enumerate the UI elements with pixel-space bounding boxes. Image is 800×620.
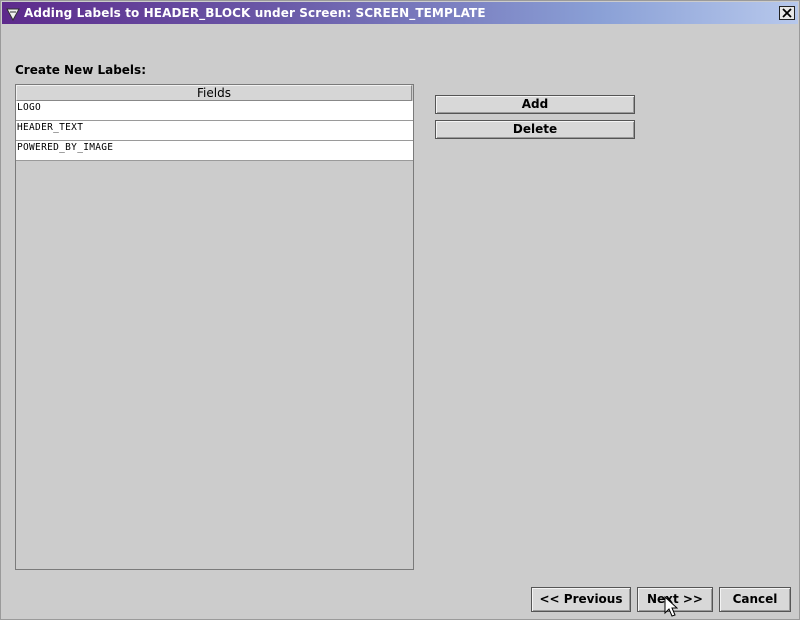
mouse-pointer-icon [664, 596, 678, 617]
close-button[interactable] [779, 6, 795, 20]
table-row[interactable]: POWERED_BY_IMAGE [16, 141, 413, 161]
add-button[interactable]: Add [435, 95, 635, 114]
fields-table: Fields LOGO HEADER_TEXT POWERED_BY_IMAGE [15, 84, 414, 570]
table-body: LOGO HEADER_TEXT POWERED_BY_IMAGE [16, 101, 413, 161]
app-icon [6, 6, 20, 22]
cancel-button[interactable]: Cancel [719, 587, 791, 612]
close-icon [782, 8, 792, 18]
title-bar[interactable]: Adding Labels to HEADER_BLOCK under Scre… [2, 2, 798, 24]
dialog-window: Adding Labels to HEADER_BLOCK under Scre… [0, 0, 800, 620]
table-row[interactable]: HEADER_TEXT [16, 121, 413, 141]
column-header-fields[interactable]: Fields [16, 85, 412, 101]
window-title: Adding Labels to HEADER_BLOCK under Scre… [24, 6, 486, 20]
create-new-labels-heading: Create New Labels: [15, 63, 146, 77]
delete-button[interactable]: Delete [435, 120, 635, 139]
table-row[interactable]: LOGO [16, 101, 413, 121]
previous-button[interactable]: << Previous [531, 587, 631, 612]
